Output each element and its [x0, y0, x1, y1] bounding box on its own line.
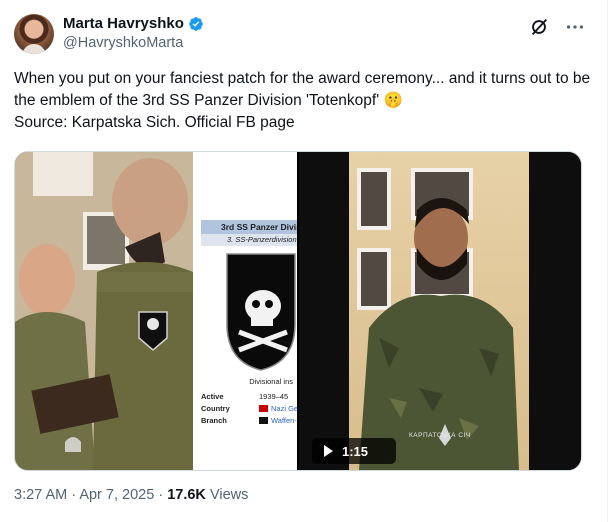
video-panel[interactable]: КАРПАТСЬКА СІЧ [299, 152, 581, 470]
ceremony-photo-illustration [15, 152, 193, 470]
tweet-media[interactable]: 3rd SS Panzer Divisi 3. SS-Panzerdivisio… [14, 151, 582, 471]
wiki-row-branch: Branch Waffen-S [201, 416, 297, 427]
wiki-caption: Divisional ins [249, 377, 293, 386]
video-watermark: КАРПАТСЬКА СІЧ [409, 432, 471, 439]
wiki-title: 3rd SS Panzer Divisi [201, 220, 297, 234]
play-icon [324, 445, 333, 457]
totenkopf-insignia-icon [226, 253, 296, 371]
wiki-row-key: Country [201, 404, 230, 413]
more-options-icon[interactable] [564, 16, 586, 38]
flag-icon [259, 405, 268, 412]
tweet-header: Marta Havryshko @HavryshkoMarta [14, 12, 594, 56]
ceremony-photo [15, 152, 193, 470]
author-name-row: Marta Havryshko [63, 15, 204, 32]
video-duration: 1:15 [342, 443, 369, 459]
wiki-infobox: 3rd SS Panzer Divisi 3. SS-Panzerdivisio… [193, 152, 297, 470]
views-label: Views [209, 487, 249, 503]
verified-badge-icon [189, 16, 203, 31]
ss-flag-icon [259, 417, 268, 424]
wiki-row-value[interactable]: Waffen-S [271, 416, 297, 425]
author-handle[interactable]: @HavryshkoMarta [63, 35, 183, 51]
tweet-meta: 3:27 AM · Apr 7, 2025 · 17.6K Views [14, 487, 248, 503]
soldier-figure [359, 198, 519, 470]
wiki-subtitle: 3. SS-Panzerdivision [201, 234, 297, 246]
author-name[interactable]: Marta Havryshko [63, 15, 184, 32]
tweet-date[interactable]: Apr 7, 2025 [79, 487, 154, 503]
video-play-button[interactable]: 1:15 [312, 438, 396, 464]
tweet-time[interactable]: 3:27 AM [14, 487, 67, 503]
tweet-text: When you put on your fanciest patch for … [14, 70, 591, 131]
wiki-row-key: Active [201, 392, 224, 401]
avatar[interactable] [14, 14, 54, 54]
wiki-row-key: Branch [201, 416, 227, 425]
meta-separator: · [71, 487, 77, 503]
wiki-row-value: 1939–45 [259, 392, 289, 401]
grok-icon[interactable] [528, 16, 550, 38]
wiki-row-value[interactable]: Nazi Ger [271, 404, 297, 413]
wiki-row-country: Country Nazi Ger [201, 404, 297, 415]
views-count: 17.6K [167, 487, 206, 503]
wiki-row-active: Active 1939–45 [201, 392, 297, 403]
meta-separator: · [158, 487, 164, 503]
